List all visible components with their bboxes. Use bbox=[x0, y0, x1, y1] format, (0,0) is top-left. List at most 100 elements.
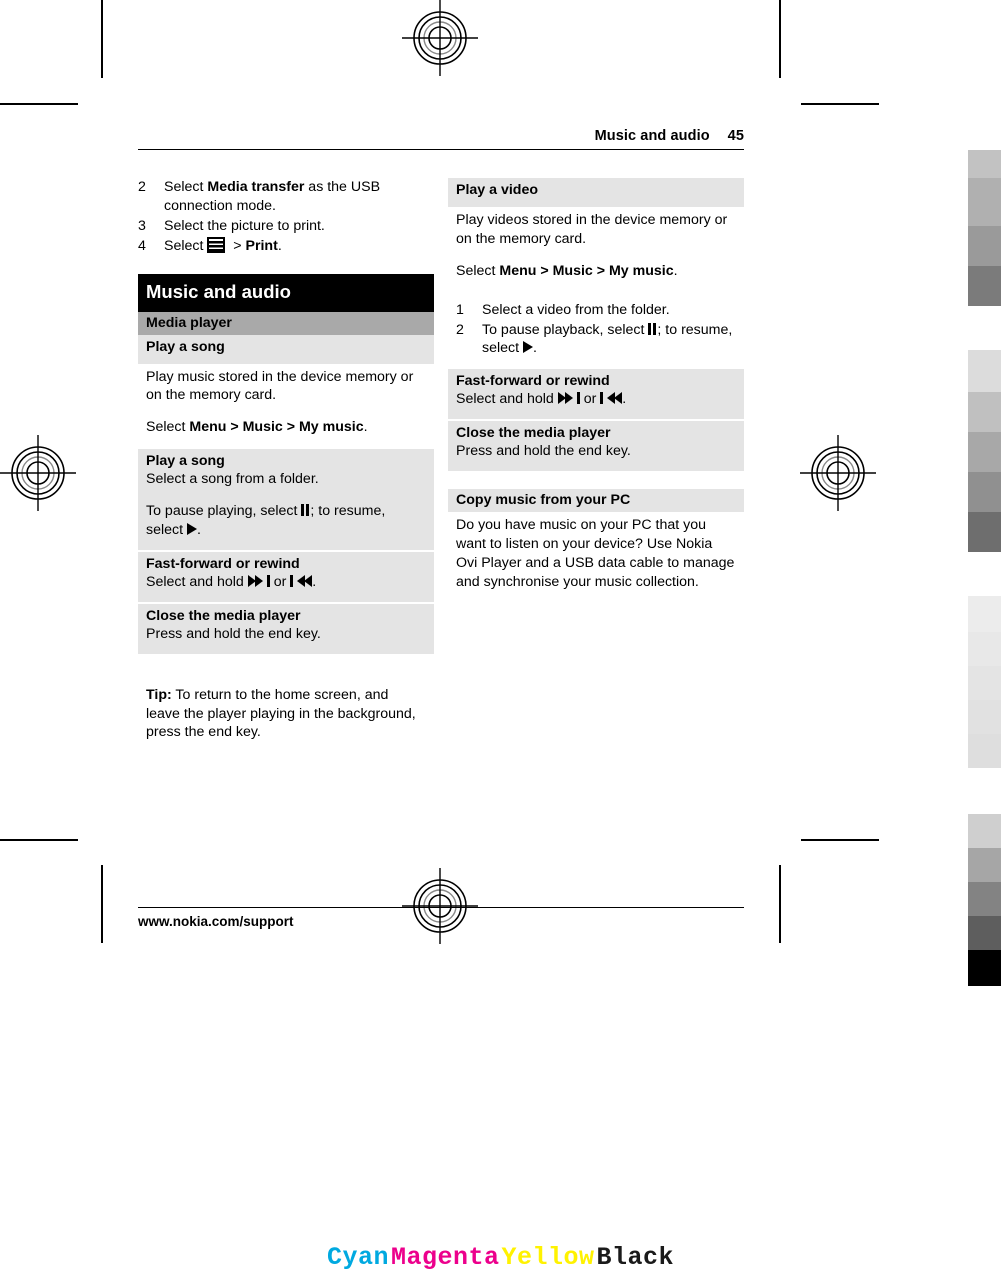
task-text: . bbox=[197, 521, 201, 538]
task-line: Press and hold the end key. bbox=[456, 443, 631, 460]
rewind-icon bbox=[290, 574, 313, 587]
task-line-pause-resume: To pause playing, select ; to resume, se… bbox=[146, 502, 426, 540]
calib-gap bbox=[968, 306, 1001, 350]
task-text: or bbox=[269, 573, 291, 590]
step-number: 2 bbox=[138, 179, 146, 195]
step-emphasis: Media transfer bbox=[207, 179, 305, 195]
step-number: 1 bbox=[456, 301, 464, 318]
play-icon bbox=[187, 522, 198, 535]
calib-patch bbox=[968, 226, 1001, 266]
path-lead: Select bbox=[456, 262, 500, 279]
task-text: Select and hold bbox=[146, 573, 248, 590]
calib-patch bbox=[968, 666, 1001, 700]
registration-target-icon-top bbox=[402, 0, 478, 76]
menu-path: Select Menu > Music > My music. bbox=[146, 418, 426, 437]
task-text: . bbox=[312, 573, 317, 590]
path-end: . bbox=[363, 419, 368, 436]
play-icon bbox=[523, 341, 534, 354]
left-column: 2 Select Media transfer as the USB conne… bbox=[138, 178, 434, 757]
running-head: Music and audio 45 bbox=[138, 128, 744, 149]
tip-label: Tip: bbox=[146, 686, 172, 703]
path-lead: Select bbox=[146, 419, 190, 436]
color-bar-magenta-label: Magenta bbox=[390, 1243, 500, 1272]
running-head-title: Music and audio bbox=[594, 128, 710, 144]
list-item: 3 Select the picture to print. bbox=[138, 217, 434, 236]
calib-patch bbox=[968, 814, 1001, 848]
task-block-close-the-media-player: Close the media player Press and hold th… bbox=[138, 603, 434, 654]
task-title: Fast-forward or rewind bbox=[456, 373, 610, 390]
calib-patch bbox=[968, 882, 1001, 916]
calib-patch bbox=[968, 472, 1001, 512]
task-title: Close the media player bbox=[146, 607, 301, 624]
video-paragraph: Play videos stored in the device memory … bbox=[456, 212, 728, 247]
fast-forward-icon bbox=[557, 392, 580, 405]
task-block-play-a-video: Play a video bbox=[448, 178, 744, 207]
task-text: or bbox=[579, 391, 601, 408]
task-text: Select and hold bbox=[456, 391, 558, 408]
color-bar-yellow-label: Yellow bbox=[501, 1243, 595, 1272]
calib-patch bbox=[968, 350, 1001, 392]
crop-mark-top-right-vertical bbox=[779, 0, 781, 78]
tip-paragraph: Tip: To return to the home screen, and l… bbox=[138, 686, 434, 743]
path-segment-menu: Menu bbox=[499, 262, 537, 279]
step-text: Select the picture to print. bbox=[164, 217, 325, 234]
color-bar-cyan-label: Cyan bbox=[326, 1243, 389, 1272]
step-text: Select a video from the folder. bbox=[482, 301, 670, 318]
calib-gap bbox=[968, 768, 1001, 814]
step-number: 4 bbox=[138, 237, 146, 254]
task-line: Select and hold or . bbox=[146, 573, 426, 592]
calib-patch bbox=[968, 632, 1001, 666]
path-segment-menu: Menu bbox=[189, 419, 227, 436]
calib-patch bbox=[968, 848, 1001, 882]
step-number: 2 bbox=[456, 321, 464, 338]
path-end: . bbox=[673, 262, 678, 279]
footer-url: www.nokia.com/support bbox=[138, 913, 294, 929]
task-title: Play a song bbox=[146, 338, 225, 355]
step-emphasis: Print bbox=[245, 237, 278, 254]
task-text: . bbox=[622, 391, 627, 408]
intro-body: Play music stored in the device memory o… bbox=[138, 364, 434, 444]
fast-forward-icon bbox=[247, 574, 270, 587]
crop-mark-bottom-left-vertical bbox=[101, 865, 103, 943]
color-bar-black-label: Black bbox=[596, 1243, 675, 1272]
intro-paragraph: Play music stored in the device memory o… bbox=[146, 368, 414, 404]
print-steps-list: 2 Select Media transfer as the USB conne… bbox=[138, 178, 434, 256]
task-block-play-a-song-intro: Play a song bbox=[138, 334, 434, 364]
grayscale-calibration-strip bbox=[968, 150, 1001, 986]
cmyk-color-bar: CyanMagentaYellowBlack bbox=[0, 1243, 1001, 1272]
pause-icon bbox=[301, 504, 310, 516]
crop-mark-top-left-vertical bbox=[101, 0, 103, 78]
list-item: 4 Select > Print. bbox=[138, 236, 434, 256]
step-text: Select > Print. bbox=[164, 236, 434, 256]
calib-patch bbox=[968, 178, 1001, 226]
path-segment-my-music: My music bbox=[298, 419, 364, 436]
section-title-bar-copy-music: Copy music from your PC bbox=[448, 489, 744, 512]
step-text-post: . bbox=[277, 237, 282, 254]
section-title-bar: Media player bbox=[138, 311, 434, 335]
calib-patch bbox=[968, 700, 1001, 734]
chapter-title-bar: Music and audio bbox=[138, 273, 434, 312]
path-separator: > bbox=[226, 419, 243, 436]
registration-target-icon-left bbox=[0, 435, 76, 511]
rewind-icon bbox=[600, 392, 623, 405]
copy-music-paragraph: Do you have music on your PC that you wa… bbox=[456, 517, 735, 590]
calib-patch bbox=[968, 266, 1001, 306]
crop-mark-bottom-left-horizontal bbox=[0, 839, 78, 841]
step-text: To pause playback, select ; to resume, s… bbox=[482, 321, 736, 359]
calib-patch bbox=[968, 950, 1001, 986]
copy-music-body: Do you have music on your PC that you wa… bbox=[448, 512, 744, 598]
task-block-fast-forward-or-rewind: Fast-forward or rewind Select and hold o… bbox=[138, 551, 434, 602]
task-line: Press and hold the end key. bbox=[146, 625, 321, 642]
calib-patch bbox=[968, 432, 1001, 472]
task-line: Select a song from a folder. bbox=[146, 471, 319, 488]
path-segment-music: Music bbox=[242, 419, 283, 436]
step-text-pre: Select bbox=[164, 179, 208, 195]
video-steps-list: 1 Select a video from the folder. 2 To p… bbox=[448, 301, 744, 359]
task-line: Select and hold or . bbox=[456, 390, 736, 409]
calib-gap bbox=[968, 552, 1001, 596]
task-title: Play a video bbox=[456, 182, 539, 198]
list-item: 2 Select Media transfer as the USB conne… bbox=[138, 178, 434, 216]
crop-mark-top-right-horizontal bbox=[801, 103, 879, 105]
list-item: 1 Select a video from the folder. bbox=[456, 301, 736, 320]
task-block-close-the-media-player-video: Close the media player Press and hold th… bbox=[448, 421, 744, 471]
